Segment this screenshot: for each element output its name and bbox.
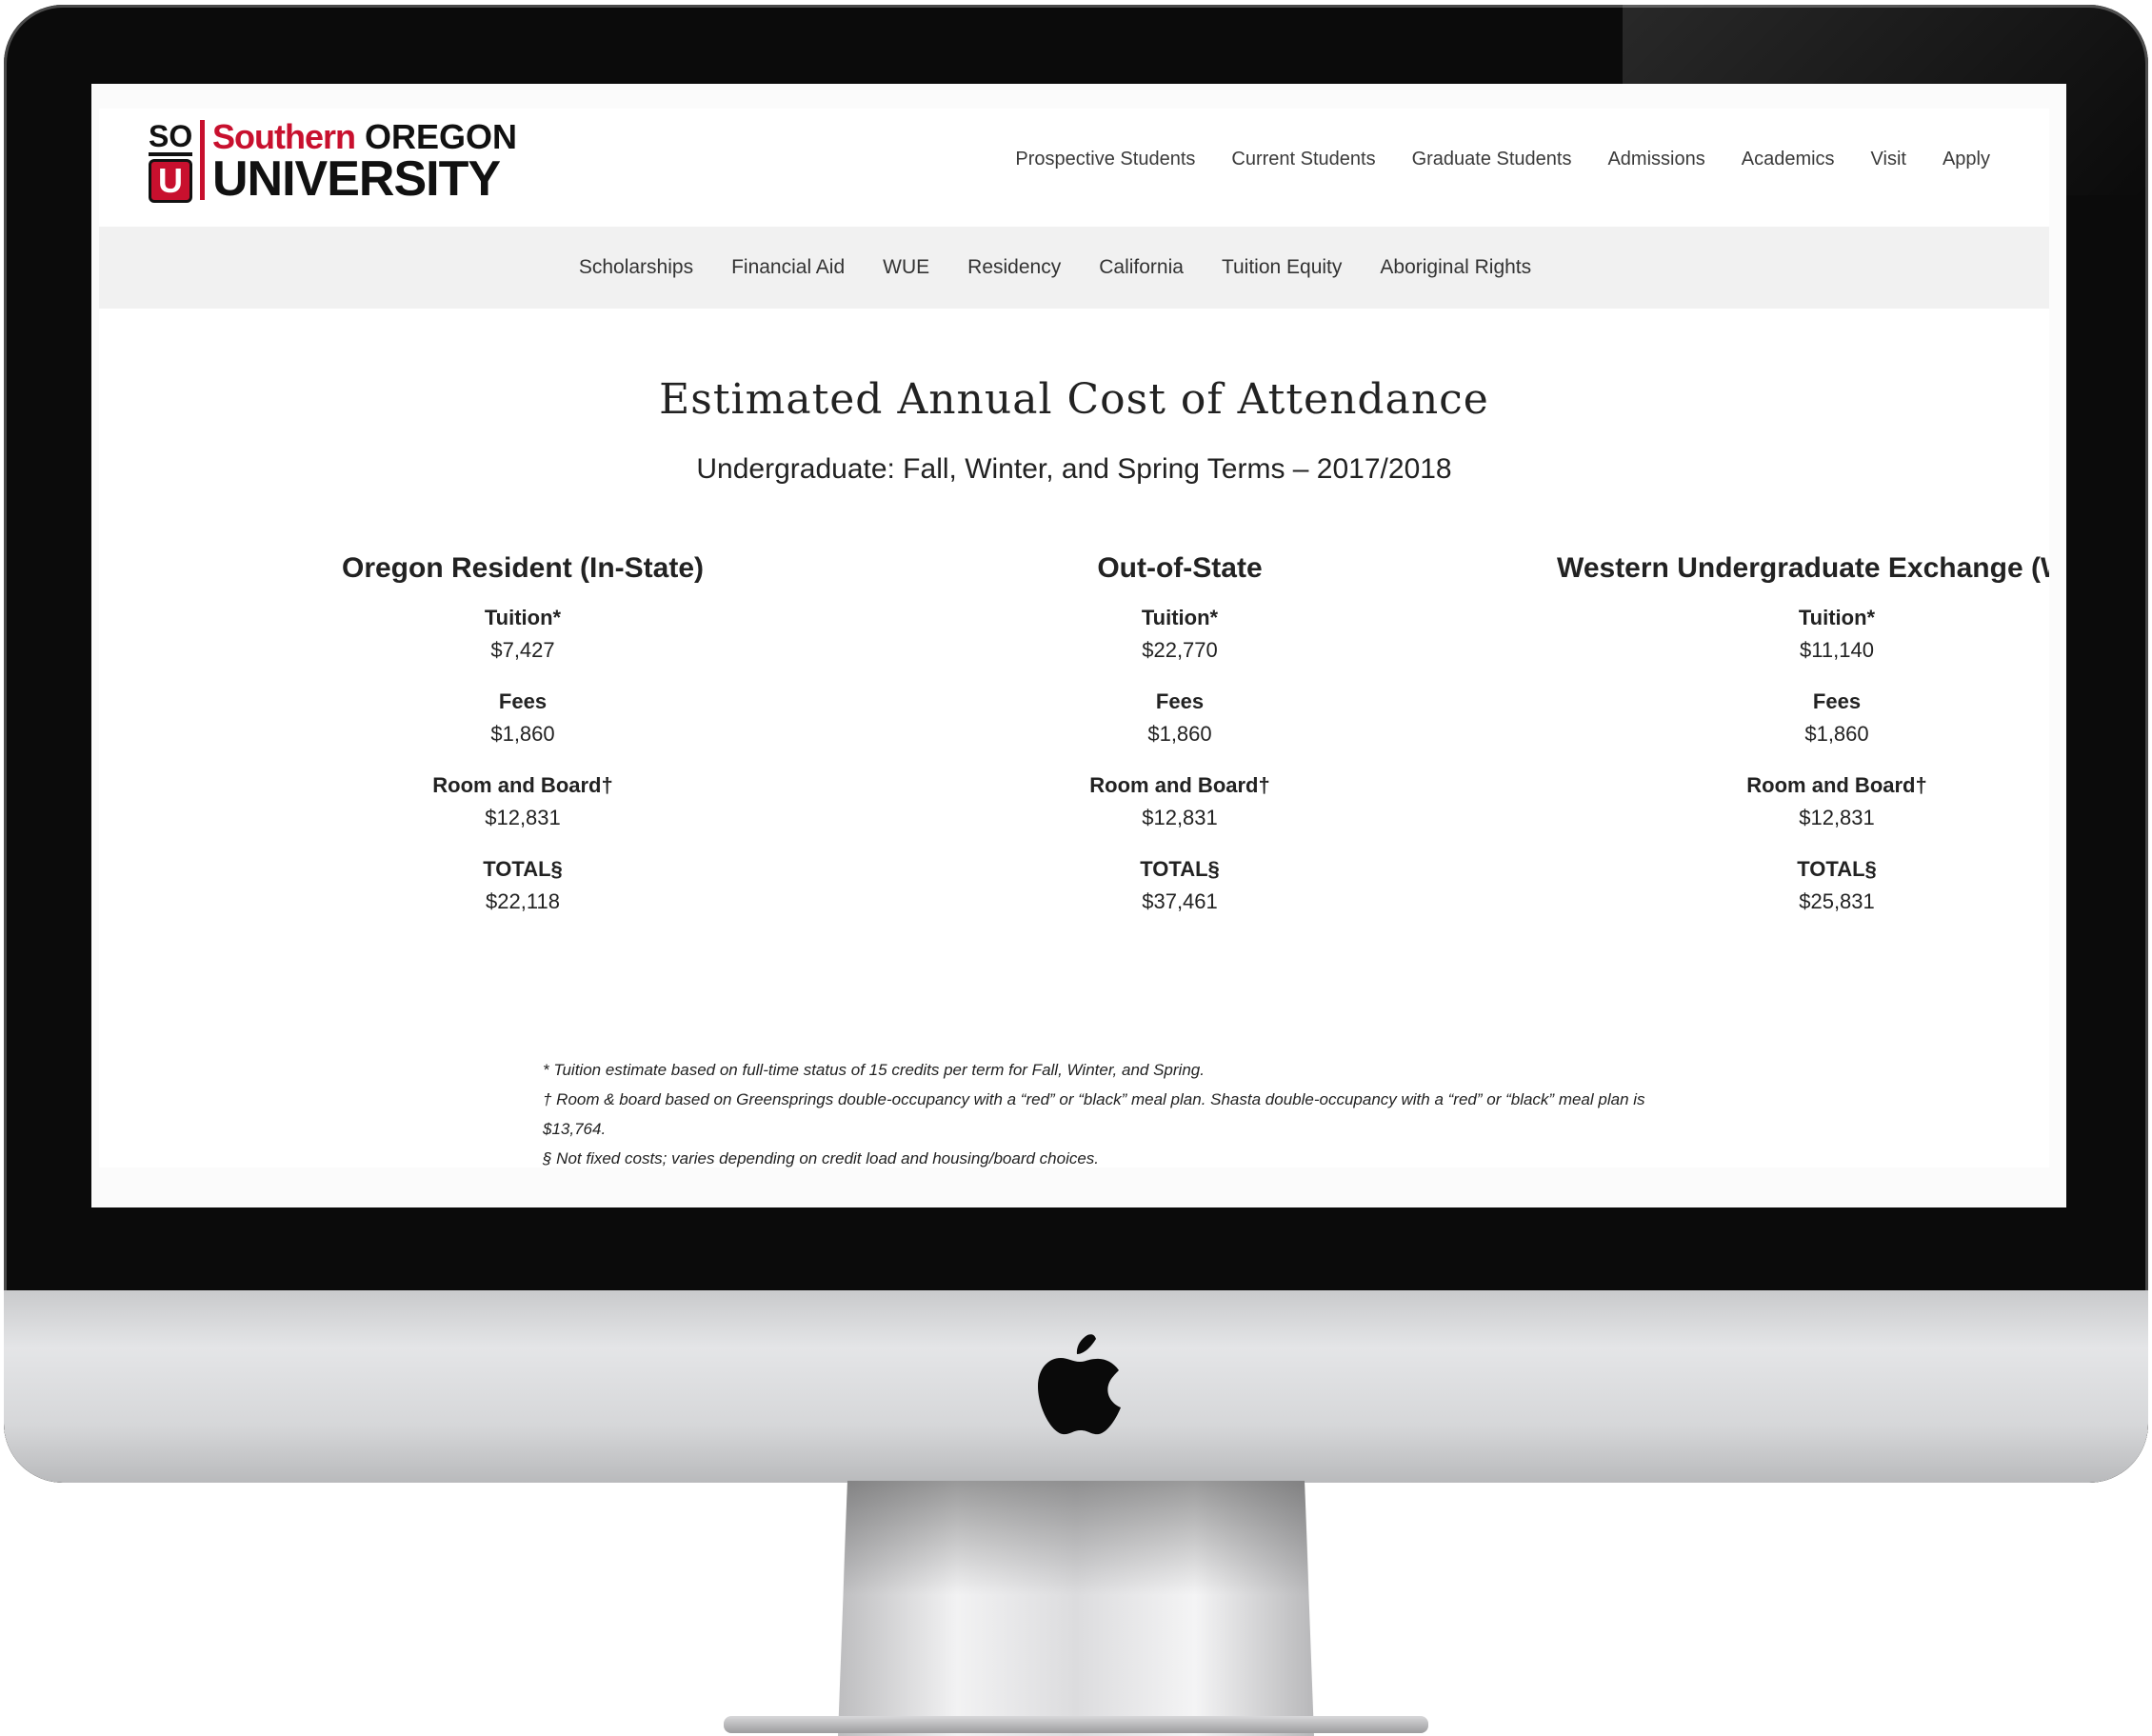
fees-label: Fees <box>1812 689 1862 713</box>
web-page: SO U Southern OREGON UNIVERSITY Prospect… <box>99 109 2049 1167</box>
logo-u-mark: U <box>151 162 189 200</box>
subnav-wue[interactable]: WUE <box>883 256 929 279</box>
sub-nav: Scholarships Financial Aid WUE Residency… <box>99 227 2049 309</box>
page-subtitle: Undergraduate: Fall, Winter, and Spring … <box>696 453 1452 485</box>
column-heading: Out-of-State <box>1097 552 1263 584</box>
nav-visit[interactable]: Visit <box>1871 149 1906 170</box>
tuition-label: Tuition* <box>1141 606 1219 629</box>
room-board-label: Room and Board† <box>1089 773 1270 797</box>
fees-label: Fees <box>498 689 548 713</box>
imac-stand-shadow <box>843 1481 1309 1595</box>
total-label: TOTAL§ <box>1797 857 1877 881</box>
cost-column-out-of-state: Out-of-State Tuition* $22,770 Fees $1,86… <box>851 552 1508 937</box>
column-heading: Western Undergraduate Exchange (WUE) <box>1557 552 2049 584</box>
total-value: $22,118 <box>486 889 560 913</box>
cost-column-wue: Western Undergraduate Exchange (WUE) Tui… <box>1508 552 2049 937</box>
subnav-financial-aid[interactable]: Financial Aid <box>731 256 845 279</box>
total-value: $37,461 <box>1142 889 1218 913</box>
main-nav: Prospective Students Current Students Gr… <box>1015 149 1990 170</box>
nav-academics[interactable]: Academics <box>1742 149 1835 170</box>
tuition-value: $11,140 <box>1800 638 1874 662</box>
logo-divider <box>200 120 205 200</box>
room-board-value: $12,831 <box>1799 806 1875 829</box>
cost-column-in-state: Oregon Resident (In-State) Tuition* $7,4… <box>194 552 851 937</box>
logo-wordmark: Southern OREGON UNIVERSITY <box>212 117 518 207</box>
footnote-room-board: † Room & board based on Greensprings dou… <box>543 1090 1645 1138</box>
tuition-value: $7,427 <box>490 638 555 662</box>
nav-admissions[interactable]: Admissions <box>1607 149 1704 170</box>
subnav-aboriginal-rights[interactable]: Aboriginal Rights <box>1380 256 1531 279</box>
room-board-label: Room and Board† <box>432 773 613 797</box>
university-logo[interactable]: SO U Southern OREGON UNIVERSITY <box>149 117 518 207</box>
total-value: $25,831 <box>1799 889 1875 913</box>
footnote-tuition: * Tuition estimate based on full-time st… <box>543 1061 1205 1079</box>
fees-value: $1,860 <box>1804 722 1869 746</box>
site-header: SO U Southern OREGON UNIVERSITY Prospect… <box>99 109 2049 227</box>
room-board-label: Room and Board† <box>1746 773 1927 797</box>
nav-current-students[interactable]: Current Students <box>1231 149 1375 170</box>
page-title: Estimated Annual Cost of Attendance <box>659 375 1489 424</box>
logo-university: UNIVERSITY <box>212 151 501 207</box>
logo-southern: Southern <box>212 117 356 156</box>
nav-prospective-students[interactable]: Prospective Students <box>1015 149 1195 170</box>
logo-oregon: OREGON <box>365 117 518 156</box>
imac-chin <box>4 1290 2148 1483</box>
logo-badge: SO U <box>149 120 192 200</box>
nav-graduate-students[interactable]: Graduate Students <box>1412 149 1572 170</box>
imac-stand-foot <box>724 1716 1428 1733</box>
room-board-value: $12,831 <box>1142 806 1218 829</box>
fees-value: $1,860 <box>1147 722 1212 746</box>
subnav-scholarships[interactable]: Scholarships <box>579 256 693 279</box>
tuition-label: Tuition* <box>484 606 562 629</box>
tuition-value: $22,770 <box>1142 638 1218 662</box>
nav-apply[interactable]: Apply <box>1943 149 1990 170</box>
cost-columns: Oregon Resident (In-State) Tuition* $7,4… <box>99 552 2049 933</box>
total-label: TOTAL§ <box>1140 857 1220 881</box>
footnotes: * Tuition estimate based on full-time st… <box>543 1055 1647 1167</box>
tuition-label: Tuition* <box>1798 606 1876 629</box>
column-heading: Oregon Resident (In-State) <box>341 552 705 584</box>
fees-value: $1,860 <box>490 722 555 746</box>
subnav-california[interactable]: California <box>1099 256 1184 279</box>
fees-label: Fees <box>1155 689 1205 713</box>
screen: SO U Southern OREGON UNIVERSITY Prospect… <box>91 84 2066 1207</box>
total-label: TOTAL§ <box>483 857 563 881</box>
subnav-residency[interactable]: Residency <box>967 256 1061 279</box>
logo-so-mark: SO <box>149 120 192 156</box>
subnav-tuition-equity[interactable]: Tuition Equity <box>1222 256 1342 279</box>
footnote-totals: § Not fixed costs; varies depending on c… <box>543 1149 1100 1167</box>
apple-logo-icon <box>1038 1334 1121 1435</box>
room-board-value: $12,831 <box>485 806 561 829</box>
